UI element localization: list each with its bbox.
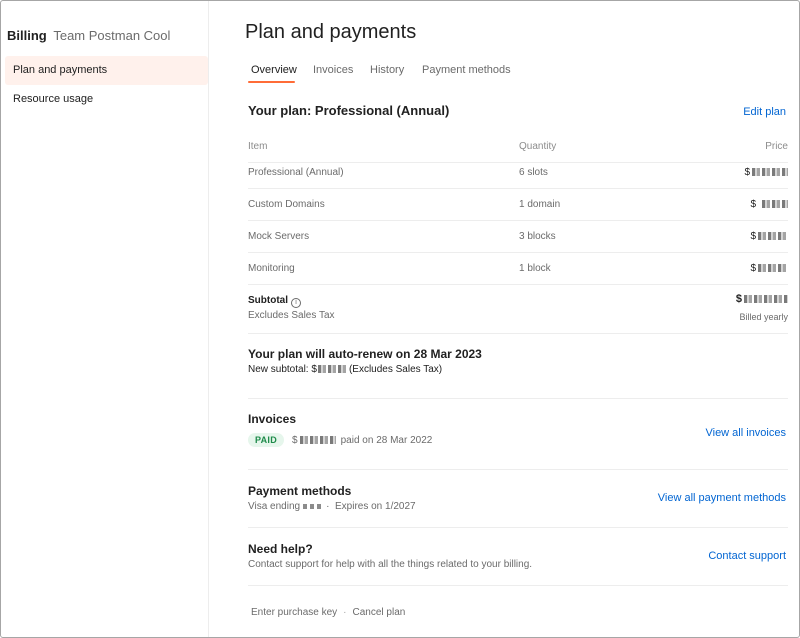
redacted-amount	[752, 168, 788, 177]
view-all-payment-methods-link[interactable]: View all payment methods	[658, 492, 786, 504]
subtotal-row: Subtotal i Excludes Sales Tax $ Billed ye…	[248, 291, 788, 334]
table-row: Custom Domains 1 domain $	[248, 189, 788, 221]
team-name: Team Postman Cool	[53, 28, 171, 43]
header-price: Price	[765, 141, 788, 152]
card-expiry: Expires on 1/2027	[335, 501, 416, 512]
invoices-section: Invoices PAID $ paid on 28 Mar 2022 View a…	[248, 399, 788, 470]
tab-history[interactable]: History	[370, 64, 404, 76]
row-quantity: 3 blocks	[519, 231, 556, 242]
header-item: Item	[248, 141, 268, 152]
tab-invoices[interactable]: Invoices	[313, 64, 353, 76]
subtotal-label: Subtotal	[248, 295, 288, 306]
renewal-subtotal-prefix: New subtotal: $	[248, 364, 317, 375]
redacted-amount	[758, 264, 788, 273]
tab-overview[interactable]: Overview	[251, 64, 297, 76]
card-brand-label: Visa ending	[248, 501, 301, 512]
currency-symbol: $	[292, 435, 298, 446]
currency-symbol: $	[750, 199, 756, 210]
active-tab-indicator	[248, 81, 295, 83]
separator: ·	[343, 607, 347, 618]
currency-symbol: $	[750, 263, 756, 274]
row-quantity: 6 slots	[519, 167, 548, 178]
row-item: Professional (Annual)	[248, 167, 344, 178]
enter-purchase-key-link[interactable]: Enter purchase key	[251, 607, 337, 618]
redacted-amount	[299, 436, 336, 445]
info-icon[interactable]: i	[291, 298, 301, 308]
footer-actions: Enter purchase key · Cancel plan	[251, 607, 405, 618]
redacted-amount	[317, 365, 348, 374]
row-price: $	[750, 263, 788, 274]
row-item: Custom Domains	[248, 199, 325, 210]
separator: ·	[326, 501, 330, 512]
sidebar: Billing Team Postman Cool Plan and payme…	[1, 1, 209, 637]
plan-title: Your plan: Professional (Annual)	[248, 103, 450, 118]
latest-invoice: PAID $ paid on 28 Mar 2022	[248, 433, 432, 447]
masked-card-number	[303, 503, 324, 509]
subtotal-price: $	[736, 293, 788, 305]
page-title: Plan and payments	[245, 21, 417, 43]
invoices-title: Invoices	[248, 412, 297, 426]
row-quantity: 1 block	[519, 263, 551, 274]
renewal-subtotal: New subtotal: $ (Excludes Sales Tax)	[248, 364, 442, 375]
payment-methods-title: Payment methods	[248, 484, 352, 498]
edit-plan-link[interactable]: Edit plan	[743, 106, 786, 118]
help-section: Need help? Contact support for help with…	[248, 528, 788, 586]
view-all-invoices-link[interactable]: View all invoices	[705, 427, 786, 439]
redacted-amount	[744, 295, 788, 304]
card-details: Visa ending · Expires on 1/2027	[248, 501, 416, 512]
renewal-subtotal-suffix: (Excludes Sales Tax)	[348, 364, 443, 375]
sidebar-item-resource-usage[interactable]: Resource usage	[5, 85, 208, 114]
billing-window: Billing Team Postman Cool Plan and payme…	[0, 0, 800, 638]
subtotal-note: Excludes Sales Tax	[248, 310, 335, 321]
tab-payment-methods[interactable]: Payment methods	[422, 64, 511, 76]
row-item: Mock Servers	[248, 231, 310, 242]
table-row: Professional (Annual) 6 slots $	[248, 157, 788, 189]
help-text: Contact support for help with all the th…	[248, 559, 533, 570]
currency-symbol: $	[750, 231, 756, 242]
renewal-section: Your plan will auto-renew on 28 Mar 2023…	[248, 335, 788, 399]
payment-methods-section: Payment methods Visa ending · Expires on …	[248, 470, 788, 528]
renewal-title: Your plan will auto-renew on 28 Mar 2023	[248, 347, 482, 361]
currency-symbol: $	[744, 167, 750, 178]
row-price: $	[750, 231, 788, 242]
header-quantity: Quantity	[519, 141, 557, 152]
redacted-amount	[762, 200, 788, 209]
contact-support-link[interactable]: Contact support	[708, 550, 786, 562]
row-price: $	[750, 199, 788, 210]
cancel-plan-link[interactable]: Cancel plan	[353, 607, 406, 618]
currency-symbol: $	[735, 293, 742, 305]
subtotal-label-wrap: Subtotal i	[248, 295, 301, 308]
main-content: Plan and payments Overview Invoices Hist…	[210, 1, 799, 637]
table-row: Mock Servers 3 blocks $	[248, 221, 788, 253]
sidebar-header: Billing Team Postman Cool	[7, 28, 170, 43]
help-title: Need help?	[248, 542, 313, 556]
table-row: Monitoring 1 block $	[248, 253, 788, 285]
row-quantity: 1 domain	[519, 199, 561, 210]
sidebar-item-plan-and-payments[interactable]: Plan and payments	[5, 56, 208, 85]
redacted-amount	[758, 232, 788, 241]
status-badge: PAID	[248, 433, 285, 447]
sidebar-title: Billing	[7, 28, 47, 43]
row-item: Monitoring	[248, 263, 295, 274]
invoice-paid-date: paid on 28 Mar 2022	[340, 435, 433, 446]
row-price: $	[744, 167, 788, 178]
billing-cycle: Billed yearly	[739, 312, 788, 322]
